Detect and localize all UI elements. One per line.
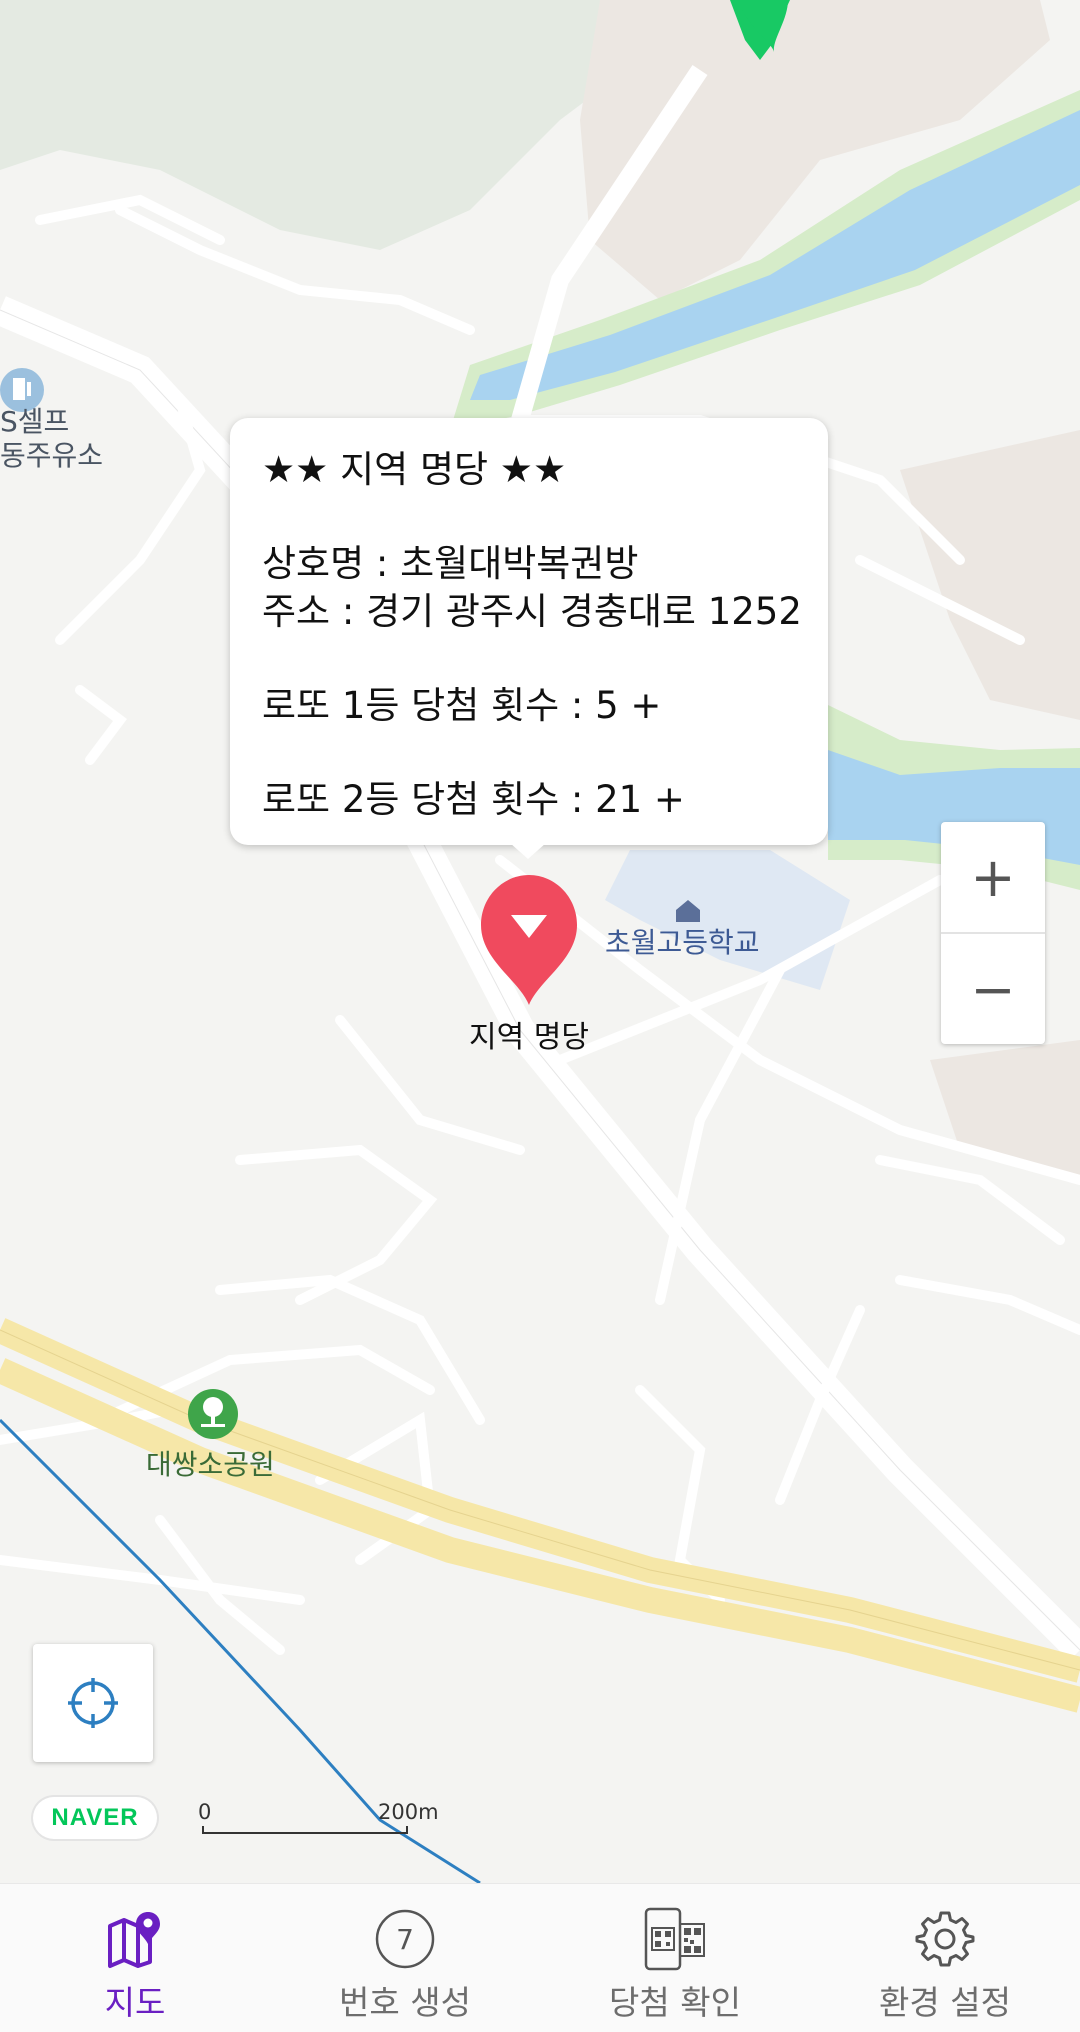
current-location-button[interactable] xyxy=(33,1644,153,1762)
map-pin-icon xyxy=(108,1912,160,1968)
gas-station-name-line2: 동주유소 xyxy=(0,439,104,472)
gas-station-label[interactable]: S셀프 동주유소 xyxy=(0,405,103,473)
gear-icon xyxy=(915,1911,975,1967)
gas-station-name-line1: S셀프 xyxy=(0,405,70,438)
zoom-control: + − xyxy=(941,822,1045,1044)
bottom-navigation: 지도 7 번호 생성 당첨 확인 환경 설정 xyxy=(0,1883,1080,2032)
popup-title: ★★ 지역 명당 ★★ xyxy=(262,448,567,491)
scale-bar: 0 200m xyxy=(198,1800,439,1840)
crosshair-icon xyxy=(68,1678,118,1728)
number-ball-icon: 7 xyxy=(375,1909,435,1969)
zoom-out-button[interactable]: − xyxy=(941,934,1045,1044)
marker-label[interactable]: 지역 명당 xyxy=(469,1012,589,1056)
number-ball-value: 7 xyxy=(396,1923,414,1956)
nav-settings[interactable]: 환경 설정 xyxy=(810,1884,1080,2032)
popup-second-prize: 로또 2등 당첨 횟수 : 21 + xyxy=(262,778,685,821)
nav-map[interactable]: 지도 xyxy=(0,1884,270,2032)
popup-tail xyxy=(510,843,546,859)
park-icon xyxy=(188,1389,238,1439)
scale-line xyxy=(202,1826,408,1834)
scale-max-label: 200m xyxy=(378,1800,439,1824)
nav-win-check[interactable]: 당첨 확인 xyxy=(540,1884,810,2032)
naver-logo: NAVER xyxy=(33,1797,157,1839)
popup-address: 주소 : 경기 광주시 경충대로 1252 xyxy=(262,590,802,633)
nav-map-label: 지도 xyxy=(104,1983,166,2022)
nav-win-check-label: 당첨 확인 xyxy=(609,1983,741,2022)
zoom-in-button[interactable]: + xyxy=(941,822,1045,932)
nav-settings-label: 환경 설정 xyxy=(879,1983,1011,2022)
qr-scan-icon xyxy=(644,1907,705,1971)
info-popup[interactable]: ★★ 지역 명당 ★★ 상호명 : 초월대박복권방 주소 : 경기 광주시 경충… xyxy=(230,418,828,845)
map-view[interactable] xyxy=(0,0,1080,1883)
popup-first-prize: 로또 1등 당첨 횟수 : 5 + xyxy=(262,684,662,727)
popup-store-name: 상호명 : 초월대박복권방 xyxy=(262,542,639,585)
nav-number-generate-label: 번호 생성 xyxy=(339,1983,471,2022)
school-label[interactable]: 초월고등학교 xyxy=(605,921,760,961)
scale-zero-label: 0 xyxy=(198,1800,212,1824)
nav-number-generate[interactable]: 7 번호 생성 xyxy=(270,1884,540,2032)
park-label[interactable]: 대쌍소공원 xyxy=(146,1443,275,1483)
